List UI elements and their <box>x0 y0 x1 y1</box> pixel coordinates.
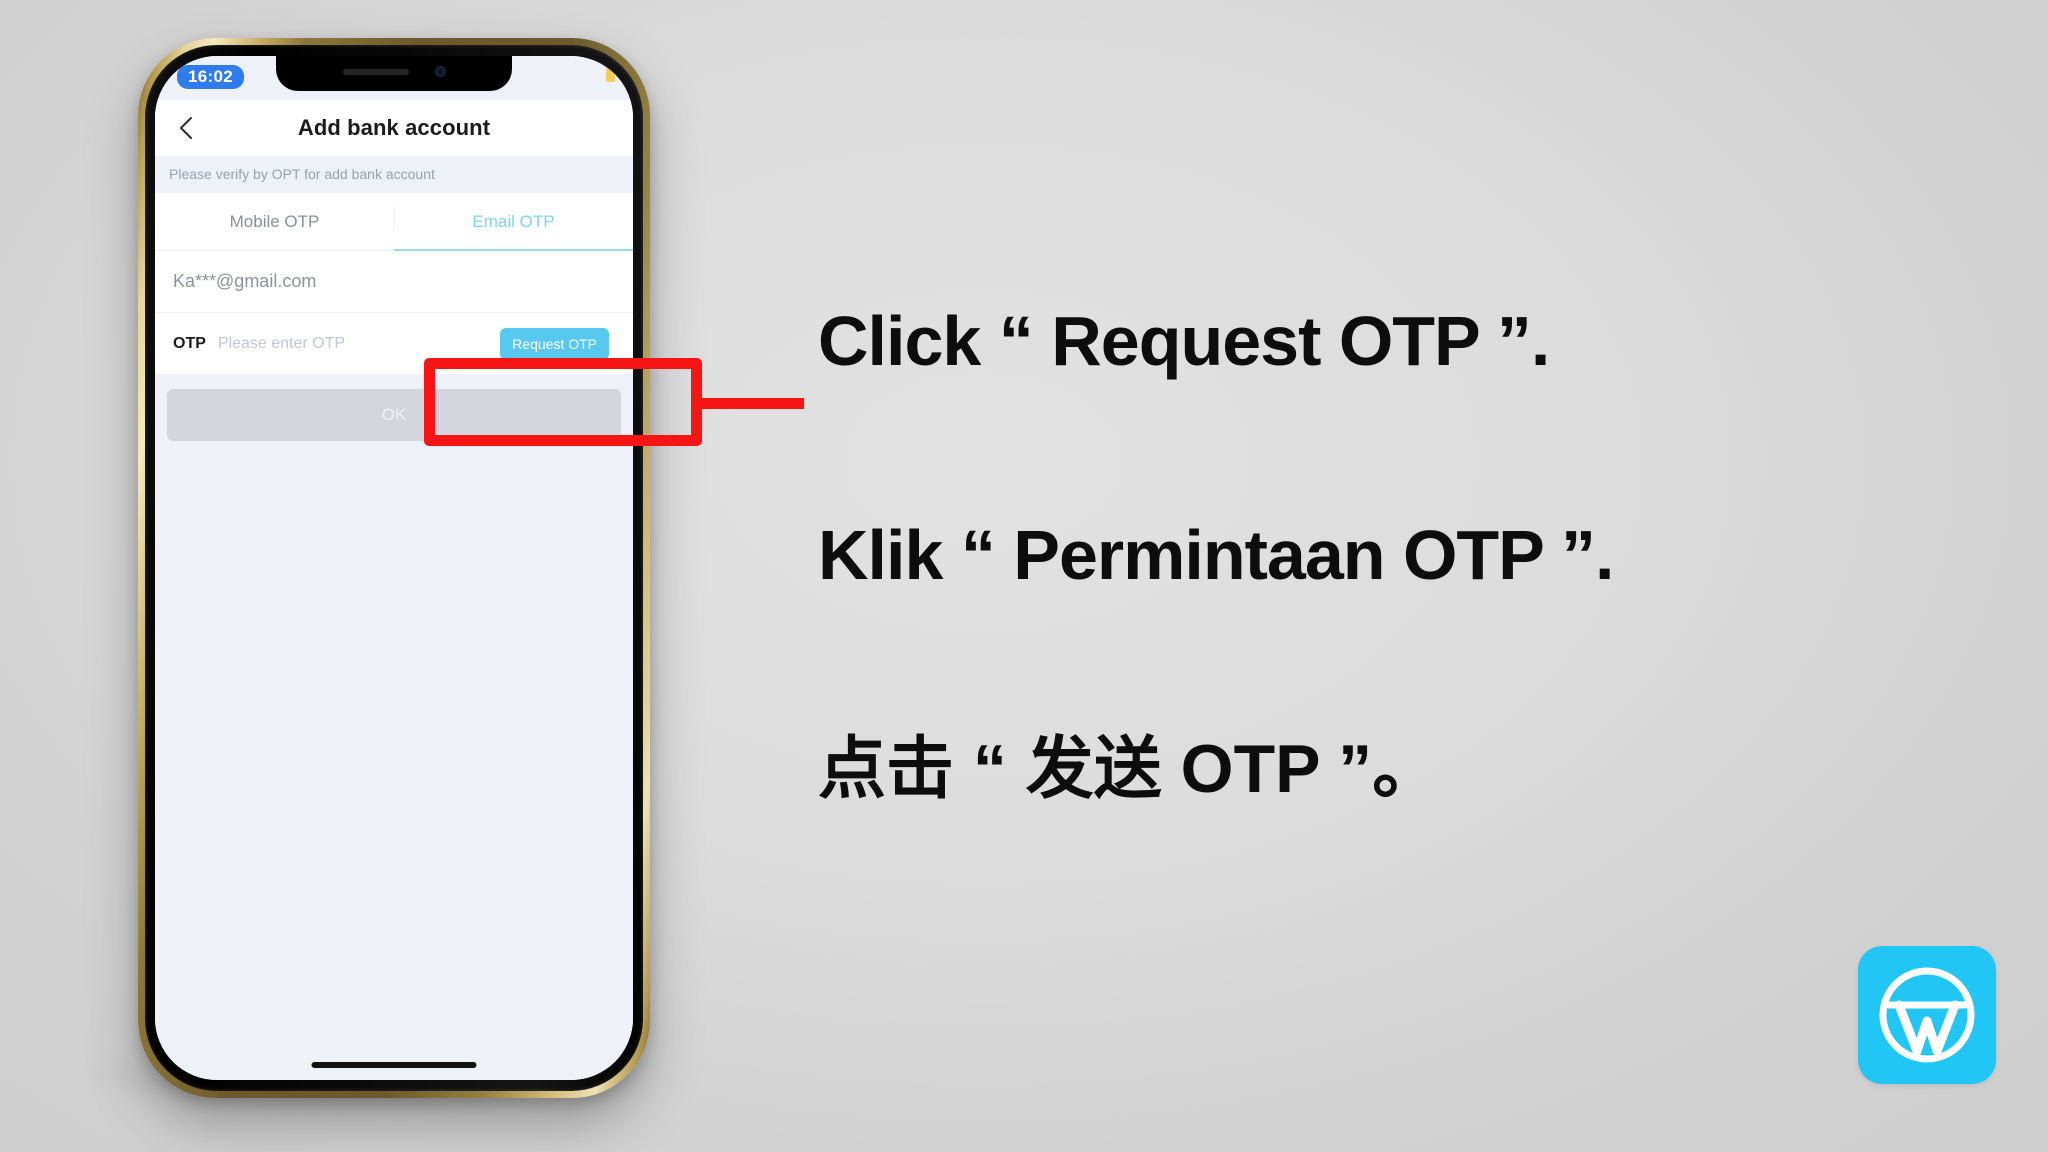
otp-row: OTP Request OTP <box>155 313 633 375</box>
verification-hint: Please verify by OPT for add bank accoun… <box>155 156 633 193</box>
email-value: Ka***@gmail.com <box>173 271 317 291</box>
instruction-line-chinese: 点击 “ 发送 OTP ”。 <box>818 731 1441 807</box>
phone-screen: 16:02 Add bank account Please verify by … <box>155 56 633 1080</box>
battery-icon <box>606 68 615 82</box>
phone-bezel: 16:02 Add bank account Please verify by … <box>145 45 643 1091</box>
content-filler <box>155 455 633 1080</box>
otp-label: OTP <box>173 334 206 352</box>
phone-mockup: 16:02 Add bank account Please verify by … <box>138 38 650 1098</box>
submit-area: OK <box>155 375 633 455</box>
status-bar: 16:02 <box>155 56 633 100</box>
status-time: 16:02 <box>177 65 244 89</box>
instruction-text-block: Click “ Request OTP ”. Klik “ Permintaan… <box>818 300 1958 810</box>
nav-bar: Add bank account <box>155 100 633 156</box>
otp-method-tabs: Mobile OTP Email OTP <box>155 193 633 251</box>
otp-input[interactable] <box>217 334 501 353</box>
email-row: Ka***@gmail.com <box>155 251 633 313</box>
w-logo <box>1858 946 1996 1084</box>
page-title: Add bank account <box>297 115 491 140</box>
highlight-pointer-line <box>700 398 804 409</box>
w-logo-mark <box>1879 967 1975 1063</box>
request-otp-button[interactable]: Request OTP <box>500 327 609 360</box>
tab-email-otp[interactable]: Email OTP <box>394 193 633 251</box>
chevron-left-icon[interactable] <box>171 113 201 143</box>
tab-mobile-otp[interactable]: Mobile OTP <box>155 193 394 250</box>
app-content: Add bank account Please verify by OPT fo… <box>155 56 633 1080</box>
ok-button[interactable]: OK <box>167 389 621 441</box>
home-indicator[interactable] <box>311 1062 477 1068</box>
instruction-line-indonesian: Klik “ Permintaan OTP ”. <box>818 516 1615 594</box>
instruction-line-english: Click “ Request OTP ”. <box>818 302 1550 380</box>
